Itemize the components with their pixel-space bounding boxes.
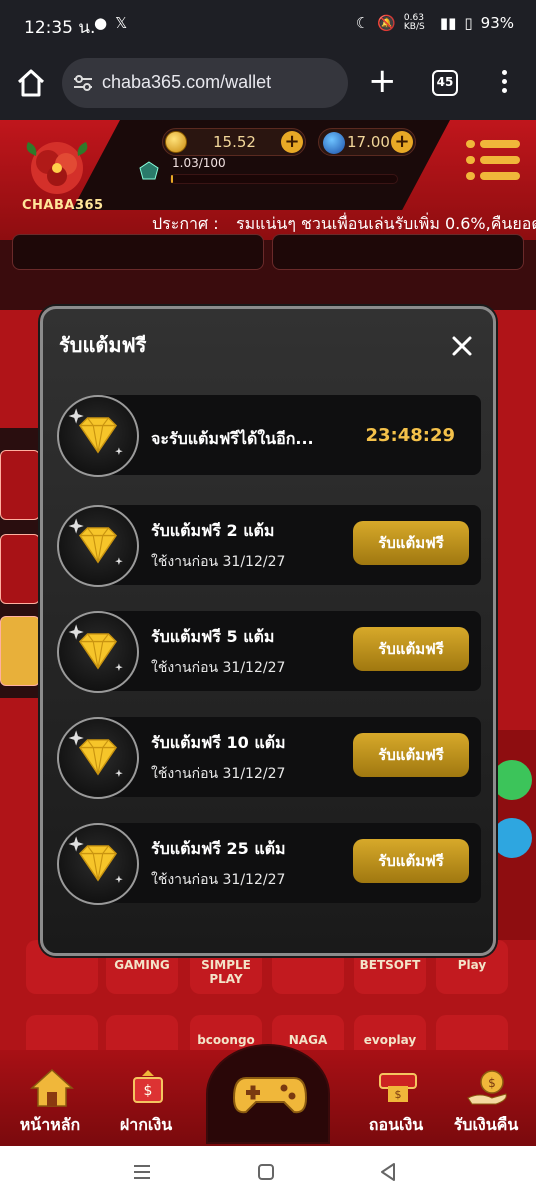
status-right: ☾ 🔕 0.63 KB/S ▮▮ ▯ 93% bbox=[355, 13, 514, 33]
reward-row: รับแต้มฟรี 5 แต้ม ใช้งานก่อน 31/12/27 รั… bbox=[57, 611, 481, 693]
withdraw-icon: $ bbox=[379, 1073, 417, 1102]
level-progress bbox=[170, 174, 398, 184]
browser-toolbar: chaba365.com/wallet + 45 bbox=[0, 48, 536, 120]
reward-row: รับแต้มฟรี 10 แต้ม ใช้งานก่อน 31/12/27 ร… bbox=[57, 717, 481, 799]
countdown-timer: 23:48:29 bbox=[365, 425, 455, 446]
reward-expiry: ใช้งานก่อน 31/12/27 bbox=[151, 872, 286, 888]
background-side-tab[interactable] bbox=[0, 534, 40, 604]
more-menu-icon[interactable] bbox=[496, 70, 512, 98]
x-notification-icon: 𝕏 bbox=[115, 14, 128, 32]
diamond-icon bbox=[57, 395, 139, 477]
address-bar[interactable]: chaba365.com/wallet bbox=[62, 58, 348, 108]
gem-wallet: 17.00 + bbox=[318, 128, 416, 156]
back-icon[interactable] bbox=[376, 1160, 400, 1184]
nav-cashback-label: รับเงินคืน bbox=[453, 1115, 519, 1134]
nav-home[interactable]: หน้าหลัก bbox=[0, 1066, 100, 1144]
close-icon[interactable] bbox=[451, 335, 473, 357]
background-box bbox=[272, 234, 524, 270]
level-progress-fill bbox=[171, 175, 174, 183]
battery-level: 93% bbox=[480, 14, 514, 32]
svg-text:$: $ bbox=[395, 1088, 402, 1101]
claim-free-points-button[interactable]: รับแต้มฟรี bbox=[353, 733, 469, 777]
status-time: 12:35 น. bbox=[24, 18, 96, 38]
new-tab-button[interactable]: + bbox=[368, 64, 397, 100]
bottom-nav: หน้าหลัก $ ฝากเงิน $ ถอนเงิน $ รับเงินคื… bbox=[0, 1044, 536, 1146]
diamond-icon bbox=[57, 505, 139, 587]
status-bar: 12:35 น. ● 𝕏 ☾ 🔕 0.63 KB/S ▮▮ ▯ 93% bbox=[0, 0, 536, 48]
notification-icons: ● 𝕏 bbox=[94, 14, 127, 32]
coin-wallet: 15.52 + bbox=[162, 128, 306, 156]
background-box bbox=[12, 234, 264, 270]
nav-games[interactable] bbox=[206, 1044, 330, 1144]
signal-icon: ▮▮ bbox=[439, 14, 457, 32]
gamepad-icon bbox=[232, 1077, 308, 1114]
hamburger-menu-icon[interactable] bbox=[466, 136, 522, 184]
moon-icon: ☾ bbox=[355, 14, 370, 32]
nav-home-label: หน้าหลัก bbox=[19, 1115, 81, 1134]
svg-text:$: $ bbox=[144, 1083, 153, 1099]
modal-title: รับแต้มฟรี bbox=[59, 333, 147, 357]
nav-withdraw[interactable]: $ ถอนเงิน bbox=[346, 1066, 446, 1144]
nav-deposit[interactable]: $ ฝากเงิน bbox=[96, 1066, 196, 1144]
claim-free-points-button[interactable]: รับแต้มฟรี bbox=[353, 839, 469, 883]
line-chat-icon[interactable] bbox=[492, 760, 532, 800]
nav-cashback[interactable]: $ รับเงินคืน bbox=[436, 1066, 536, 1144]
chaba-logo-icon[interactable] bbox=[18, 132, 96, 228]
system-nav-bar bbox=[0, 1146, 536, 1200]
level-badge-icon bbox=[139, 161, 159, 180]
add-coin-button[interactable]: + bbox=[281, 131, 303, 153]
announcement-text: รมแน่นๆ ชวนเพื่อนเล่นรับเพิ่ม 0.6%,คืนยอ… bbox=[236, 214, 536, 233]
reward-title: รับแต้มฟรี 25 แต้ม bbox=[151, 839, 286, 858]
telegram-chat-icon[interactable] bbox=[492, 818, 532, 858]
diamond-icon bbox=[57, 717, 139, 799]
diamond-icon bbox=[57, 611, 139, 693]
recent-apps-icon[interactable] bbox=[130, 1160, 154, 1184]
home-icon bbox=[17, 69, 45, 97]
level-text: 1.03/100 bbox=[172, 156, 226, 170]
countdown-label: จะรับแต้มฟรีได้ในอีก... bbox=[151, 429, 314, 448]
gem-icon bbox=[323, 132, 345, 154]
announcement-marquee: รมแน่นๆ ชวนเพื่อนเล่นรับเพิ่ม 0.6%,คืนยอ… bbox=[236, 208, 536, 236]
home-nav-icon[interactable] bbox=[254, 1160, 278, 1184]
announcement-bar: ประกาศ : รมแน่นๆ ชวนเพื่อนเล่นรับเพิ่ม 0… bbox=[130, 208, 536, 236]
cashback-icon: $ bbox=[467, 1070, 507, 1105]
claim-free-points-button[interactable]: รับแต้มฟรี bbox=[353, 521, 469, 565]
tab-switcher-button[interactable]: 45 bbox=[432, 70, 458, 96]
coin-icon bbox=[165, 131, 187, 153]
mute-icon: 🔕 bbox=[377, 14, 396, 32]
add-gem-button[interactable]: + bbox=[391, 131, 413, 153]
gem-balance: 17.00 bbox=[347, 133, 390, 151]
house-icon bbox=[30, 1068, 74, 1107]
reward-expiry: ใช้งานก่อน 31/12/27 bbox=[151, 766, 286, 782]
countdown-row: จะรับแต้มฟรีได้ในอีก... 23:48:29 bbox=[57, 395, 481, 477]
reward-title: รับแต้มฟรี 5 แต้ม bbox=[151, 627, 275, 646]
reward-row: รับแต้มฟรี 25 แต้ม ใช้งานก่อน 31/12/27 ร… bbox=[57, 823, 481, 905]
nav-withdraw-label: ถอนเงิน bbox=[368, 1115, 424, 1134]
free-points-modal: รับแต้มฟรี จะรับแต้มฟรีได้ในอีก... 23:48… bbox=[40, 306, 496, 956]
battery-icon: ▯ bbox=[464, 14, 473, 32]
reward-title: รับแต้มฟรี 2 แต้ม bbox=[151, 521, 275, 540]
home-button[interactable] bbox=[14, 66, 48, 100]
net-speed: 0.63 KB/S bbox=[403, 13, 425, 32]
reward-expiry: ใช้งานก่อน 31/12/27 bbox=[151, 554, 286, 570]
svg-text:$: $ bbox=[488, 1076, 496, 1090]
coin-balance: 15.52 bbox=[213, 133, 256, 151]
reward-title: รับแต้มฟรี 10 แต้ม bbox=[151, 733, 286, 752]
background-side-tab[interactable] bbox=[0, 616, 40, 686]
site-settings-icon[interactable] bbox=[72, 72, 94, 94]
background-side-tab[interactable] bbox=[0, 450, 40, 520]
reward-row: รับแต้มฟรี 2 แต้ม ใช้งานก่อน 31/12/27 รั… bbox=[57, 505, 481, 587]
url-text: chaba365.com/wallet bbox=[102, 72, 272, 92]
deposit-icon: $ bbox=[133, 1070, 163, 1103]
reward-expiry: ใช้งานก่อน 31/12/27 bbox=[151, 660, 286, 676]
line-notification-icon: ● bbox=[94, 14, 108, 32]
game-header: CHABA365 15.52 + 17.00 + 1.03/100 ประกาศ… bbox=[0, 120, 536, 240]
logo-text: CHABA365 bbox=[22, 198, 104, 213]
claim-free-points-button[interactable]: รับแต้มฟรี bbox=[353, 627, 469, 671]
diamond-icon bbox=[57, 823, 139, 905]
nav-deposit-label: ฝากเงิน bbox=[119, 1115, 173, 1134]
